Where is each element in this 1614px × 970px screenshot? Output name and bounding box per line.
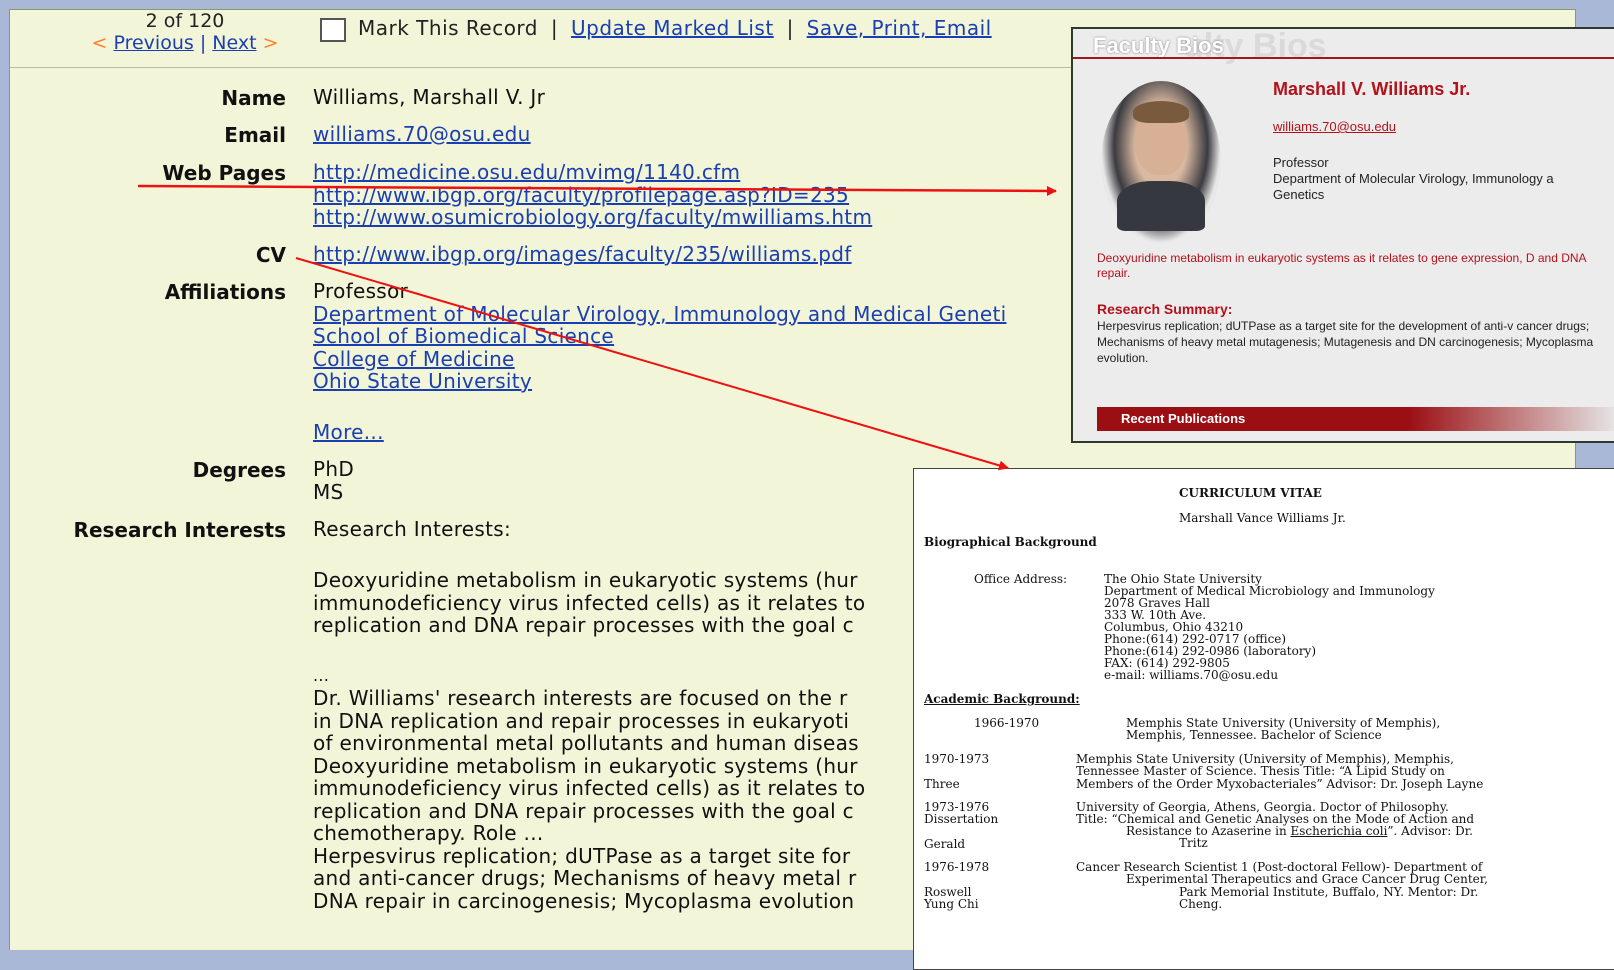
cv-bio-heading: Biographical Background: [924, 535, 1097, 549]
record-navigation: 2 of 120 < Previous | Next >: [70, 10, 300, 54]
cv-title: CURRICULUM VITAE: [1179, 486, 1322, 500]
cv-document-panel: CURRICULUM VITAE Marshall Vance Williams…: [913, 468, 1614, 970]
affiliations-list: Professor Department of Molecular Virolo…: [313, 280, 1006, 393]
text-line: Yung Chi: [924, 897, 979, 911]
degree-item: MS: [313, 479, 344, 504]
record-count: 2 of 120: [145, 10, 225, 32]
text-span: Escherichia coli: [1290, 824, 1388, 838]
research-summary-text: Herpesvirus replication; dUTPase as a ta…: [1097, 319, 1594, 365]
bios-header-rule: [1073, 57, 1614, 59]
research-interests-label: Research Interests: [73, 518, 286, 542]
email-label: Email: [224, 123, 286, 147]
faculty-photo: [1101, 81, 1221, 243]
name-value: Williams, Marshall V. Jr: [313, 85, 546, 109]
text-line: Herpesvirus replication; dUTPase as a ta…: [313, 843, 851, 868]
ellipsis: ...: [313, 666, 330, 685]
text-line: immunodeficiency virus infected cells) a…: [313, 776, 866, 800]
text-line: Professor: [1273, 155, 1329, 170]
cv-academic-heading: Academic Background:: [924, 692, 1080, 706]
bios-email-link[interactable]: williams.70@osu.edu: [1273, 119, 1396, 134]
text-line: replication and DNA repair processes wit…: [313, 798, 854, 823]
name-label: Name: [221, 86, 286, 110]
cv-link[interactable]: http://www.ibgp.org/images/faculty/235/w…: [313, 242, 852, 266]
text-line: Cheng.: [1179, 897, 1223, 911]
update-marked-list-link[interactable]: Update Marked List: [571, 16, 774, 40]
mark-record-checkbox[interactable]: [320, 17, 346, 42]
text-line: Dr. Williams' research interests are foc…: [313, 686, 848, 710]
text-span: ”. Advisor: Dr.: [1387, 824, 1473, 838]
web-pages-label: Web Pages: [162, 161, 286, 185]
text-line: Members of the Order Myxobacteriales” Ad…: [1076, 777, 1484, 791]
text-line: chemotherapy. Role ...: [313, 821, 544, 845]
bios-header: ulty Bios Faculty Bios: [1073, 29, 1614, 65]
degrees-label: Degrees: [192, 458, 286, 482]
cv-name: Marshall Vance Williams Jr.: [1179, 511, 1346, 525]
next-arrow-icon: >: [262, 32, 279, 54]
cv-office-label: Office Address:: [974, 572, 1068, 586]
email-link[interactable]: williams.70@osu.edu: [313, 122, 531, 146]
research-summary-heading: Research Summary:: [1097, 301, 1233, 317]
bios-title: Professor Department of Molecular Virolo…: [1273, 155, 1554, 203]
text-line: Three: [924, 777, 960, 791]
text-line: Park Memorial Institute, Buffalo, NY. Me…: [1179, 885, 1479, 899]
web-pages-list: http://medicine.osu.edu/mvimg/1140.cfm h…: [313, 161, 872, 229]
text-line: Tritz: [1179, 836, 1208, 850]
text-span: Resistance to Azaserine in: [1126, 824, 1291, 838]
save-print-email-link[interactable]: Save, Print, Email: [807, 16, 992, 40]
web-page-link[interactable]: http://www.osumicrobiology.org/faculty/m…: [313, 205, 872, 229]
cv-office-address: The Ohio State University Department of …: [1104, 573, 1435, 681]
cv-label: CV: [255, 243, 286, 267]
toolbar-separator: |: [786, 16, 794, 40]
toolbar-separator: |: [550, 16, 559, 40]
bios-name: Marshall V. Williams Jr.: [1273, 79, 1471, 99]
text-line: replication and DNA repair processes wit…: [313, 613, 854, 637]
affiliation-title: Professor: [313, 279, 409, 303]
record-toolbar: Mark This Record | Update Marked List | …: [320, 16, 992, 42]
cv-year: 1976-1978: [924, 860, 990, 874]
text-line: Gerald: [924, 837, 966, 851]
cv-year: 1970-1973: [924, 752, 990, 766]
divider: [10, 67, 1110, 68]
bios-interest: Deoxyuridine metabolism in eukaryotic sy…: [1097, 251, 1586, 280]
faculty-bios-panel: ulty Bios Faculty Bios Marshall V. Willi…: [1071, 27, 1614, 443]
text-line: and anti-cancer drugs; Mechanisms of hea…: [313, 866, 857, 890]
degrees-list: PhD MS: [313, 458, 354, 503]
text-line: Department of Molecular Virology, Immuno…: [1273, 171, 1554, 186]
research-interests-heading: Research Interests:: [313, 517, 512, 541]
text-line: Experimental Therapeutics and Grace Canc…: [1126, 872, 1488, 886]
prev-arrow-icon: <: [91, 32, 108, 54]
research-interests-para2: Dr. Williams' research interests are foc…: [313, 687, 865, 912]
recent-publications-bar[interactable]: Recent Publications: [1097, 407, 1614, 431]
text-line: Genetics: [1273, 187, 1325, 202]
text-line: Deoxyuridine metabolism in eukaryotic sy…: [313, 568, 858, 592]
degree-item: PhD: [313, 457, 355, 481]
recent-publications-label: Recent Publications: [1121, 411, 1246, 426]
text-line: Deoxyuridine metabolism in eukaryotic sy…: [313, 753, 858, 778]
bios-header-title: Faculty Bios: [1093, 33, 1224, 58]
nav-separator: |: [199, 32, 207, 54]
text-line: of environmental metal pollutants and hu…: [313, 731, 859, 755]
affiliation-link[interactable]: Department of Molecular Virology, Immuno…: [313, 302, 1006, 326]
next-link[interactable]: Next: [212, 32, 256, 54]
text-line: in DNA replication and repair processes …: [313, 708, 850, 733]
text-line: DNA repair in carcinogenesis; Mycoplasma…: [313, 888, 855, 913]
mark-record-label: Mark This Record: [358, 16, 539, 40]
text-line: Memphis, Tennessee. Bachelor of Science: [1126, 728, 1382, 742]
more-link[interactable]: More...: [313, 420, 384, 444]
affiliations-label: Affiliations: [164, 280, 286, 304]
text-line: Tennessee Master of Science. Thesis Titl…: [1076, 764, 1445, 778]
affiliation-link[interactable]: College of Medicine: [313, 347, 515, 371]
web-page-link[interactable]: http://www.ibgp.org/faculty/profilepage.…: [313, 183, 849, 207]
web-page-link[interactable]: http://medicine.osu.edu/mvimg/1140.cfm: [313, 160, 740, 184]
research-interests-para1: Deoxyuridine metabolism in eukaryotic sy…: [313, 569, 865, 637]
text-line: e-mail: williams.70@osu.edu: [1104, 668, 1279, 682]
text-line: Dissertation: [924, 812, 999, 826]
cv-year: 1966-1970: [974, 716, 1040, 730]
previous-link[interactable]: Previous: [113, 32, 193, 54]
text-line: immunodeficiency virus infected cells) a…: [313, 590, 866, 615]
affiliation-link[interactable]: School of Biomedical Science: [313, 324, 614, 348]
affiliation-link[interactable]: Ohio State University: [313, 369, 532, 393]
